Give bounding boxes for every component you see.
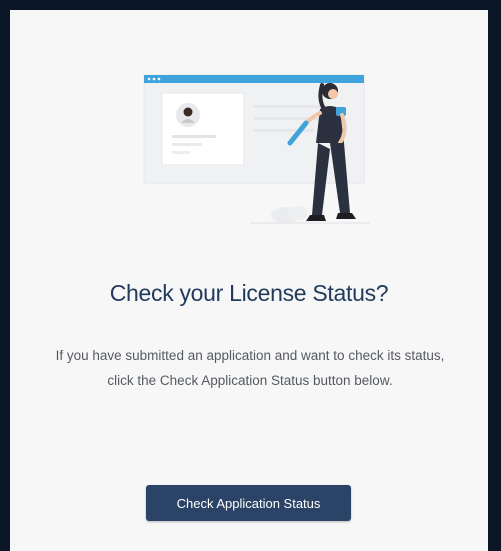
license-status-card: Check your License Status? If you have s… — [10, 10, 488, 551]
browser-titlebar — [144, 75, 364, 83]
card-title: Check your License Status? — [109, 280, 389, 306]
check-application-status-button[interactable]: Check Application Status — [146, 485, 351, 521]
woman-with-pencil-illustration — [143, 74, 370, 224]
profile-card — [161, 92, 245, 166]
card-description: If you have submitted an application and… — [55, 348, 445, 388]
screenshot-frame: Check your License Status? If you have s… — [0, 0, 501, 551]
